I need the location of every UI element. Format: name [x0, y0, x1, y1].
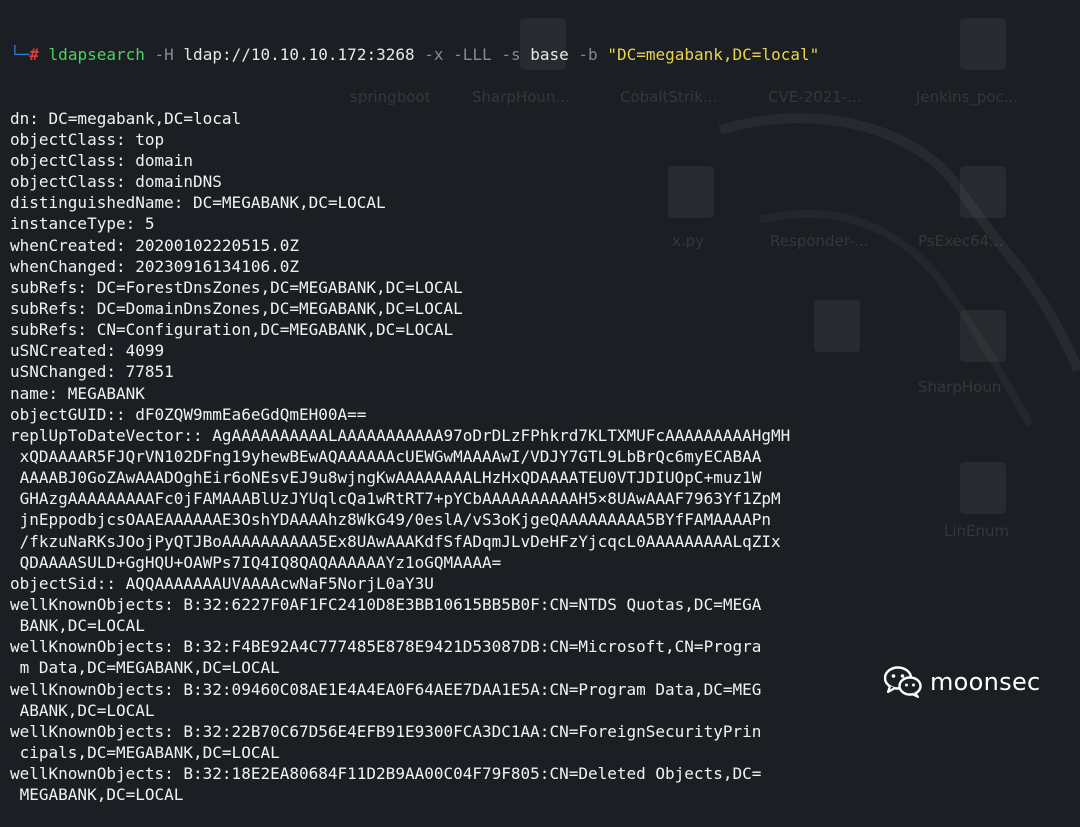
watermark-text: moonsec	[930, 668, 1041, 696]
prompt-symbol: #	[29, 45, 39, 65]
command-flag: -H	[154, 45, 174, 65]
desktop-icon[interactable]	[960, 462, 1006, 514]
desktop-icon-label: SharpHoun	[918, 378, 1002, 396]
output-lines: dn: DC=megabank,DC=local objectClass: top…	[10, 108, 819, 806]
prompt-line: └─# ldapsearch -H ldap://10.10.10.172:32…	[10, 44, 819, 65]
output-line: wellKnownObjects: B:32:6227F0AF1FC2410D8…	[10, 595, 762, 614]
desktop-icon[interactable]	[960, 310, 1006, 362]
output-line: wellKnownObjects: B:32:22B70C67D56E4EFB9…	[10, 721, 762, 741]
desktop-icon[interactable]	[960, 166, 1006, 218]
output-line: objectClass: domain	[10, 151, 194, 171]
desktop-icon-label: Jenkins_poc...	[916, 88, 1019, 106]
command-string-arg: "DC=megabank,DC=local"	[607, 45, 820, 65]
output-line: uSNChanged: 77851	[10, 362, 174, 382]
output-line: objectClass: domainDNS	[10, 172, 222, 192]
output-line: cipals,DC=MEGABANK,DC=LOCAL	[10, 742, 280, 762]
output-line: subRefs: DC=DomainDnsZones,DC=MEGABANK,D…	[10, 299, 463, 319]
output-line: subRefs: CN=Configuration,DC=MEGABANK,DC…	[10, 320, 454, 340]
prompt-corner: └─	[10, 45, 30, 65]
output-line: wellKnownObjects: B:32:18E2EA80684F11D2B…	[10, 764, 762, 784]
output-line: wellKnownObjects: B:32:09460C08AE1E4A4EA…	[10, 679, 762, 699]
output-line: distinguishedName: DC=MEGABANK,DC=LOCAL	[10, 193, 386, 213]
output-line: objectGUID:: dF0ZQW9mmEa6eGdQmEH00A==	[10, 404, 367, 424]
output-line: wellKnownObjects: B:32:F4BE92A4C777485E8…	[10, 637, 762, 657]
command-program: ldapsearch	[48, 45, 145, 65]
output-line: objectClass: top	[10, 129, 165, 149]
desktop-icon[interactable]	[814, 300, 860, 352]
output-line: AAAABJ0GoZAwAAADOghEir6oNEsvEJ9u8wjngKwA…	[10, 468, 762, 488]
output-line: ABANK,DC=LOCAL	[10, 700, 155, 720]
output-line: jnEppodbjcsOAAEAAAAAAE3OshYDAAAAhz8WkG49…	[10, 510, 771, 530]
output-line: name: MEGABANK	[10, 383, 145, 403]
command-arg: ldap://10.10.10.172:3268	[183, 45, 415, 65]
output-line: dn: DC=megabank,DC=local	[10, 108, 242, 128]
wechat-icon	[884, 666, 922, 698]
output-line: subRefs: DC=ForestDnsZones,DC=MEGABANK,D…	[10, 277, 463, 297]
desktop-icon[interactable]	[960, 18, 1006, 70]
command-flag: -x	[424, 45, 444, 65]
output-line: replUpToDateVector:: AgAAAAAAAAAALAAAAAA…	[10, 425, 791, 445]
output-line: instanceType: 5	[10, 214, 155, 234]
output-line: m Data,DC=MEGABANK,DC=LOCAL	[10, 658, 280, 678]
watermark: moonsec	[884, 666, 1041, 698]
output-line: GHAzgAAAAAAAAAFc0jFAMAAABlUzJYUqlcQa1wRt…	[10, 489, 781, 509]
output-line: whenChanged: 20230916134106.0Z	[10, 256, 299, 276]
desktop-icon-label: LinEnum	[944, 522, 1010, 540]
output-line: BANK,DC=LOCAL	[10, 616, 145, 636]
output-line: uSNCreated: 4099	[10, 341, 165, 361]
output-line: MEGABANK,DC=LOCAL	[10, 785, 184, 805]
output-line: xQDAAAAR5FJQrVN102DFng19yhewBEwAQAAAAAAc…	[10, 447, 762, 467]
output-line: /fkzuNaRKsJOojPyQTJBoAAAAAAAAAA5Ex8UAwAA…	[10, 531, 781, 551]
terminal-output[interactable]: └─# ldapsearch -H ldap://10.10.10.172:32…	[10, 2, 819, 827]
command-arg: base	[530, 45, 569, 65]
desktop-icon-label: PsExec64...	[918, 232, 1004, 250]
command-flag: -LLL	[453, 45, 492, 65]
command-flag: -s	[501, 45, 521, 65]
output-line: whenCreated: 20200102220515.0Z	[10, 235, 299, 255]
output-line: objectSid:: AQQAAAAAAAUVAAAAcwNaF5NorjL0…	[10, 573, 434, 593]
output-line: QDAAAASULD+GgHQU+OAWPs7IQ4IQ8QAQAAAAAAYz…	[10, 552, 502, 572]
command-flag: -b	[578, 45, 598, 65]
